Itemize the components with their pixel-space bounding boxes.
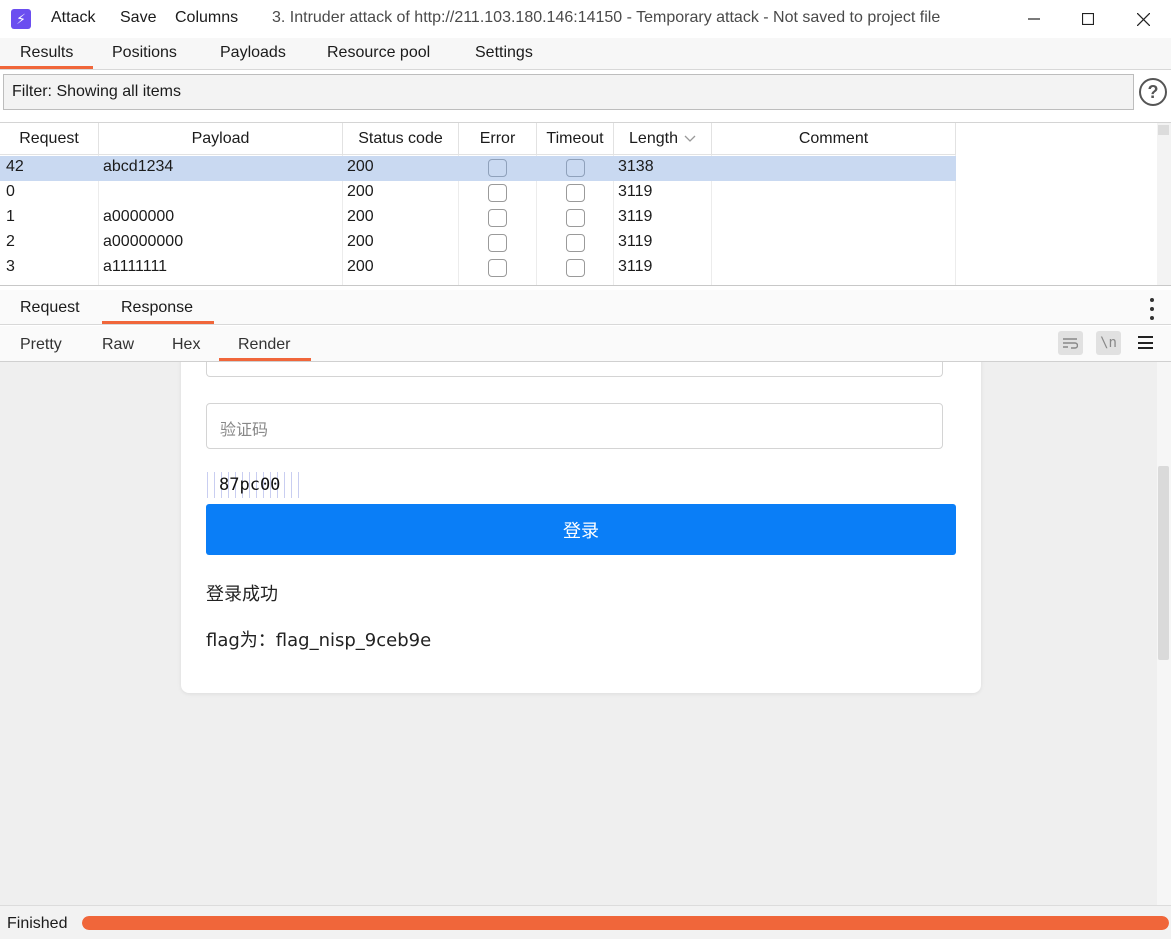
render-tab-indicator xyxy=(219,358,311,361)
view-mode-tab-bar: Pretty Raw Hex Render xyxy=(0,326,1171,362)
captcha-image-text: 87pc00 xyxy=(219,475,281,495)
timeout-checkbox xyxy=(566,259,585,277)
results-table: Request Payload Status code Error Timeou… xyxy=(0,122,1171,286)
column-header-timeout[interactable]: Timeout xyxy=(537,123,614,155)
wrap-lines-icon[interactable] xyxy=(1058,331,1083,355)
render-scrollbar-thumb[interactable] xyxy=(1158,466,1169,660)
column-header-length[interactable]: Length xyxy=(614,123,712,155)
timeout-checkbox xyxy=(566,234,585,252)
table-scrollbar-thumb[interactable] xyxy=(1158,125,1169,135)
tab-positions[interactable]: Positions xyxy=(112,44,177,62)
error-checkbox xyxy=(488,234,507,252)
cell-request: 0 xyxy=(6,183,15,200)
column-header-payload[interactable]: Payload xyxy=(99,123,343,155)
tab-request[interactable]: Request xyxy=(20,299,80,317)
active-tab-indicator xyxy=(0,66,93,69)
tab-render[interactable]: Render xyxy=(238,336,290,354)
status-text: Finished xyxy=(7,915,68,932)
response-tab-indicator xyxy=(102,321,214,324)
cell-status-code: 200 xyxy=(347,183,374,200)
cell-payload: a00000000 xyxy=(103,233,184,250)
progress-bar xyxy=(82,916,1169,930)
tab-payloads[interactable]: Payloads xyxy=(220,44,286,62)
captcha-image[interactable]: 87pc00 xyxy=(207,472,305,498)
cell-status-code: 200 xyxy=(347,158,374,175)
cell-request: 1 xyxy=(6,208,15,225)
more-options-icon[interactable] xyxy=(1144,298,1160,320)
error-checkbox xyxy=(488,259,507,277)
login-card: 验证码 87pc00 登录 登录成功 flag为：flag_nisp_9ceb9… xyxy=(181,362,981,693)
error-checkbox xyxy=(488,184,507,202)
tab-results[interactable]: Results xyxy=(20,44,73,62)
cell-payload: a1111111 xyxy=(103,258,168,275)
cell-status-code: 200 xyxy=(347,258,374,275)
cell-status-code: 200 xyxy=(347,208,374,225)
error-checkbox xyxy=(488,159,507,177)
table-row[interactable]: 2 a00000000 200 3119 xyxy=(0,231,956,256)
title-bar: ⚡ Attack Save Columns 3. Intruder attack… xyxy=(0,0,1171,38)
password-input[interactable] xyxy=(206,362,943,377)
cell-request: 3 xyxy=(6,258,15,275)
cell-length: 3138 xyxy=(618,158,654,175)
captcha-input[interactable]: 验证码 xyxy=(206,403,943,449)
close-icon[interactable] xyxy=(1116,0,1170,38)
column-header-length-label: Length xyxy=(629,129,678,147)
top-tab-bar: Results Positions Payloads Resource pool… xyxy=(0,38,1171,70)
filter-bar[interactable]: Filter: Showing all items xyxy=(3,74,1134,110)
menu-icon[interactable] xyxy=(1138,336,1153,349)
show-newlines-button[interactable]: \n xyxy=(1096,331,1121,355)
timeout-checkbox xyxy=(566,209,585,227)
timeout-checkbox xyxy=(566,159,585,177)
cell-length: 3119 xyxy=(618,183,653,200)
table-row[interactable]: 1 a0000000 200 3119 xyxy=(0,206,956,231)
flag-message: flag为：flag_nisp_9ceb9e xyxy=(206,630,432,651)
maximize-icon[interactable] xyxy=(1061,0,1115,38)
column-header-status-code[interactable]: Status code xyxy=(343,123,459,155)
tab-pretty[interactable]: Pretty xyxy=(20,336,62,354)
sort-chevron-down-icon xyxy=(684,135,696,142)
tab-raw[interactable]: Raw xyxy=(102,336,134,354)
timeout-checkbox xyxy=(566,184,585,202)
table-row[interactable]: 0 200 3119 xyxy=(0,181,956,206)
progress-bar-fill xyxy=(82,916,1169,930)
cell-payload: a0000000 xyxy=(103,208,175,225)
table-row[interactable]: 42 abcd1234 200 3138 xyxy=(0,156,956,181)
help-icon[interactable]: ? xyxy=(1139,78,1167,106)
minimize-icon[interactable] xyxy=(1007,0,1061,38)
request-response-tab-bar: Request Response xyxy=(0,290,1171,325)
cell-status-code: 200 xyxy=(347,233,374,250)
error-checkbox xyxy=(488,209,507,227)
table-row[interactable]: 3 a1111111 200 3119 xyxy=(0,256,956,281)
column-header-error[interactable]: Error xyxy=(459,123,537,155)
cell-request: 2 xyxy=(6,233,15,250)
menu-attack[interactable]: Attack xyxy=(51,9,95,27)
tab-settings[interactable]: Settings xyxy=(475,44,533,62)
tab-resource-pool[interactable]: Resource pool xyxy=(327,44,430,62)
menu-columns[interactable]: Columns xyxy=(175,9,238,27)
burp-logo-icon: ⚡ xyxy=(11,9,31,29)
login-button[interactable]: 登录 xyxy=(206,504,956,555)
cell-length: 3119 xyxy=(618,258,653,275)
cell-payload: abcd1234 xyxy=(103,158,174,175)
cell-request: 42 xyxy=(6,158,24,175)
render-view: 验证码 87pc00 登录 登录成功 flag为：flag_nisp_9ceb9… xyxy=(0,362,1157,905)
tab-response[interactable]: Response xyxy=(121,299,193,317)
column-header-request[interactable]: Request xyxy=(0,123,99,155)
column-header-comment[interactable]: Comment xyxy=(712,123,956,155)
tab-hex[interactable]: Hex xyxy=(172,336,200,354)
menu-save[interactable]: Save xyxy=(120,9,156,27)
table-scrollbar[interactable] xyxy=(1157,123,1171,285)
cell-length: 3119 xyxy=(618,208,653,225)
window-title: 3. Intruder attack of http://211.103.180… xyxy=(272,9,941,26)
login-success-message: 登录成功 xyxy=(206,584,278,605)
cell-length: 3119 xyxy=(618,233,653,250)
